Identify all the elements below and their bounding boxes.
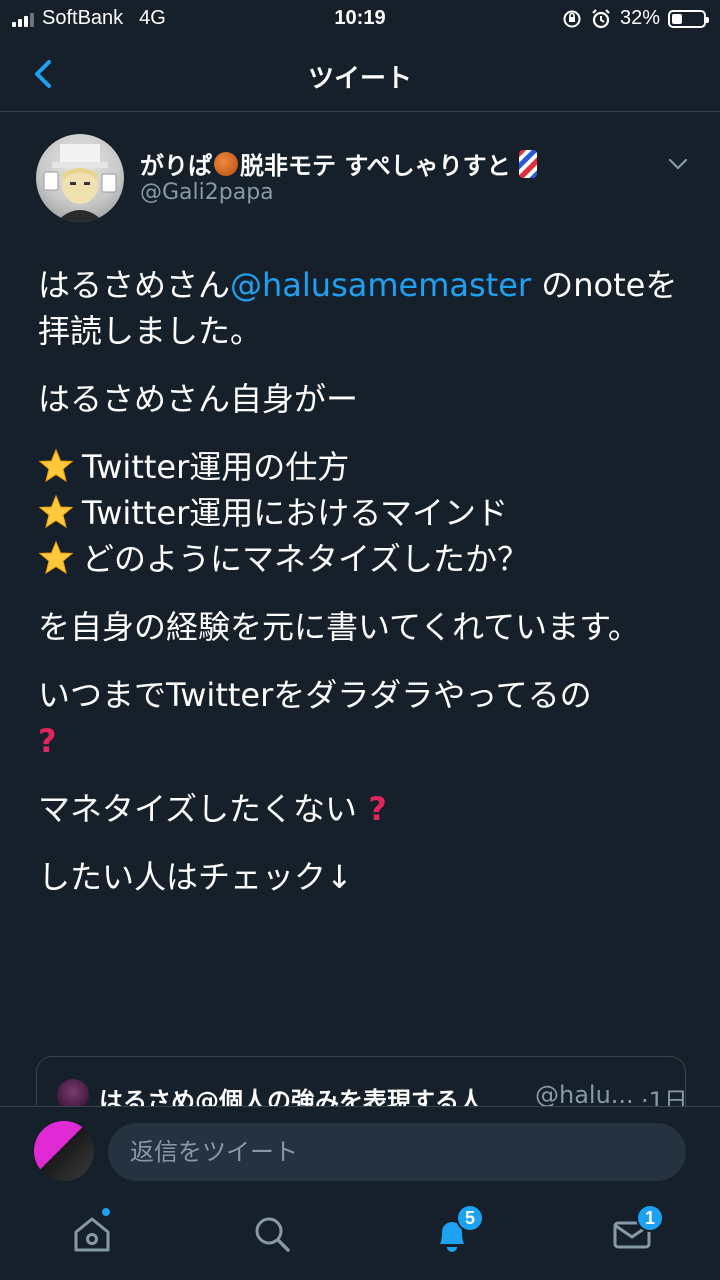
tab-search[interactable] [250, 1212, 294, 1256]
messages-badge: 1 [636, 1204, 664, 1232]
bullet-item: Twitter運用におけるマインド [38, 490, 688, 536]
new-content-dot [100, 1206, 112, 1218]
tweet-paragraph-2: はるさめさん自身がー [38, 380, 359, 418]
tweet-paragraph-5: マネタイズしたくない ? [38, 786, 688, 832]
nav-header: ツイート [0, 40, 720, 112]
bullet-text: Twitter運用の仕方 [82, 448, 350, 486]
bullet-text: Twitter運用におけるマインド [82, 494, 508, 532]
tweet-paragraph-6: したい人はチェック↓ [38, 858, 353, 896]
quoted-author-handle: @halu... [535, 1081, 634, 1109]
battery-percent: 32% [619, 7, 660, 29]
tweet-paragraph-3: を自身の経験を元に書いてくれています。 [38, 608, 640, 646]
display-name-middle: 脱非モテ すぺしゃりすと [240, 152, 511, 180]
tweet-options-button[interactable] [666, 152, 690, 180]
author-handle[interactable]: @Gali2papa [140, 180, 274, 205]
bullet-item: どのようにマネタイズしたか？ [38, 536, 688, 582]
text-segment: はるさめさん [38, 266, 231, 304]
page-title: ツイート [307, 64, 412, 94]
glowing-star-emoji-icon [38, 494, 74, 529]
yarn-ball-emoji-icon [214, 151, 238, 176]
bullet-text: どのようにマネタイズしたか？ [82, 540, 530, 578]
battery-level [672, 13, 682, 24]
bullet-item: Twitter運用の仕方 [38, 444, 688, 490]
author-avatar[interactable] [36, 134, 124, 222]
tab-home[interactable] [70, 1206, 114, 1256]
tweet-text: はるさめさん@halusamemaster のnoteを拝読しました。 はるさめ… [38, 262, 688, 922]
tab-messages[interactable]: 1 [610, 1204, 664, 1256]
current-user-avatar[interactable] [34, 1121, 94, 1181]
tweet-paragraph-4: いつまでTwitterをダラダラやってるの? [38, 672, 688, 764]
status-right: 32% [562, 7, 709, 30]
text-segment: いつまでTwitterをダラダラやってるの [38, 676, 592, 714]
display-name-text: がりぱ [140, 152, 212, 180]
mention-link[interactable]: @halusamemaster [230, 266, 531, 304]
notifications-badge: 5 [456, 1204, 484, 1232]
reply-input[interactable]: 返信をツイート [108, 1123, 686, 1181]
glowing-star-emoji-icon [38, 448, 74, 483]
avatar-image [43, 144, 117, 222]
tweet-paragraph-1: はるさめさん@halusamemaster のnoteを拝読しました。 [38, 262, 688, 354]
orientation-lock-icon [563, 10, 581, 27]
red-question-mark-icon: ? [357, 790, 387, 828]
glowing-star-emoji-icon [38, 540, 74, 575]
chevron-down-icon [668, 158, 688, 170]
text-segment: マネタイズしたくない [38, 790, 358, 828]
barber-pole-emoji-icon [518, 149, 537, 178]
bottom-tab-bar: 5 1 [0, 1196, 720, 1280]
alarm-icon [592, 8, 610, 28]
status-bar: SoftBank 4G 10:19 32% [0, 0, 720, 40]
reply-bar: 返信をツイート [0, 1106, 720, 1196]
home-icon [74, 1217, 110, 1252]
search-icon [255, 1217, 290, 1252]
tweet-bullet-list: Twitter運用の仕方 Twitter運用におけるマインド どのようにマネタイ… [38, 444, 688, 582]
battery-icon [668, 9, 709, 28]
author-display-name[interactable]: がりぱ 脱非モテ すぺしゃりすと [140, 146, 537, 181]
tab-notifications[interactable]: 5 [430, 1204, 484, 1256]
red-question-mark-icon: ? [38, 722, 57, 760]
